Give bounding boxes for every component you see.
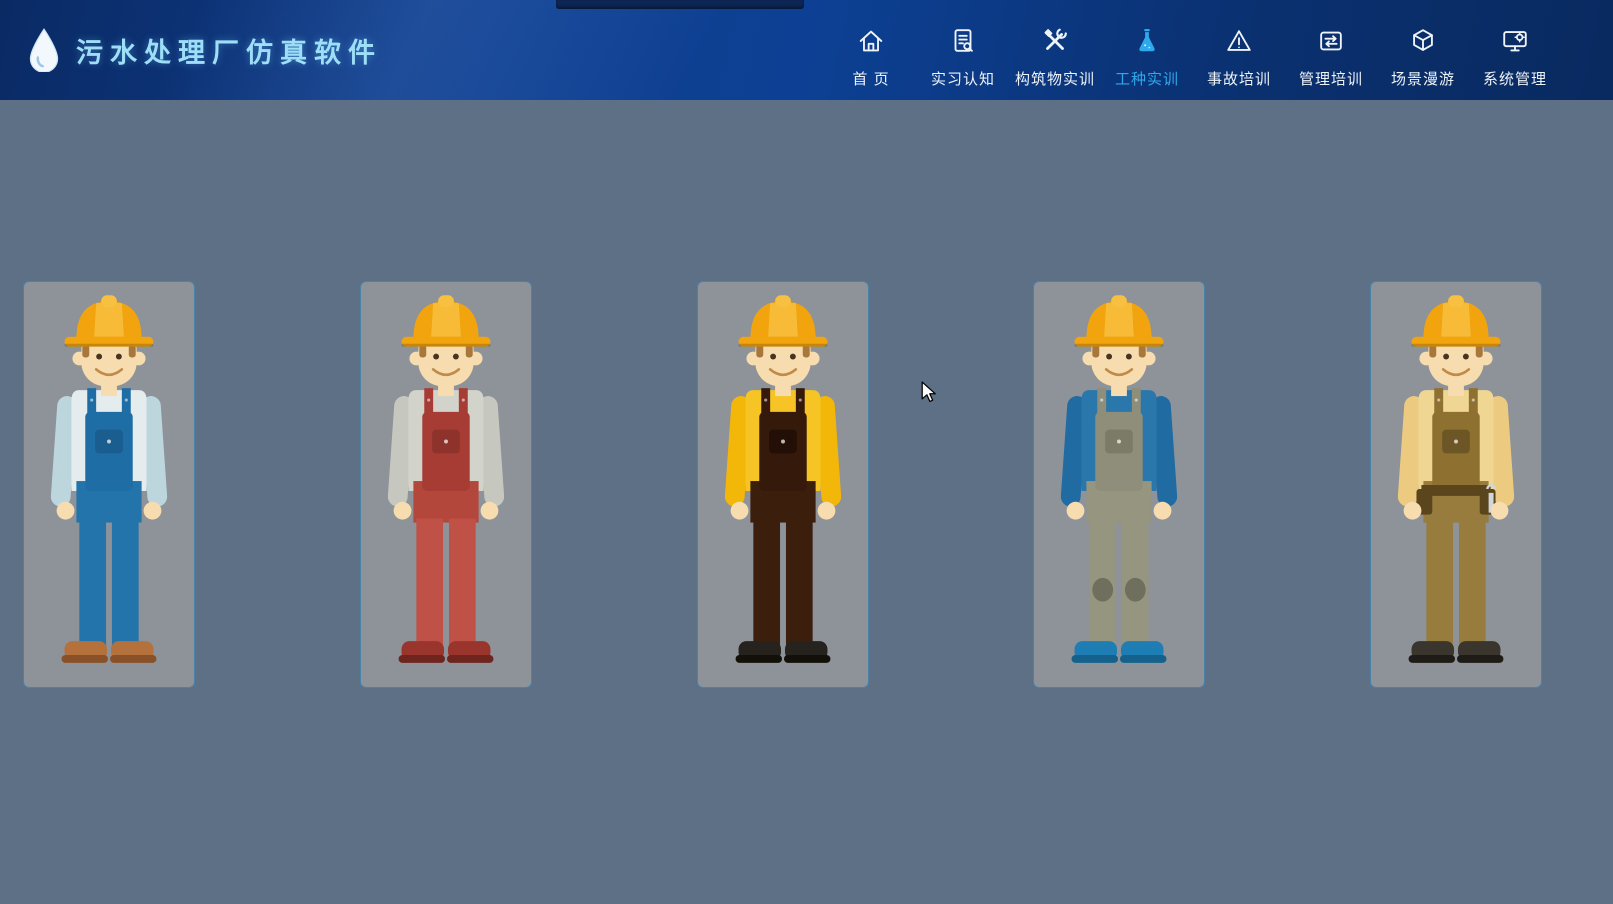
brand[interactable]: 污水处理厂仿真软件 (28, 29, 382, 71)
structures-training-icon (1039, 25, 1071, 57)
nav-label: 实习认知 (931, 68, 995, 89)
worker-card-gray[interactable] (1033, 281, 1205, 688)
nav-item-structures-training[interactable]: 构筑物实训 (1009, 25, 1101, 89)
worker-card-brown[interactable] (697, 281, 869, 688)
worker-selection-area (0, 281, 1613, 688)
window-top-strip (556, 0, 804, 9)
nav-label: 首 页 (852, 68, 889, 89)
nav-item-scene-roaming[interactable]: 场景漫游 (1377, 25, 1469, 89)
worker-card-red[interactable] (360, 281, 532, 688)
worker-card-blue[interactable] (23, 281, 195, 688)
main-nav: 首 页 实习认知 (825, 12, 1561, 89)
nav-item-system-management[interactable]: 系统管理 (1469, 25, 1561, 89)
job-training-flask-icon (1131, 25, 1163, 57)
accident-training-icon (1223, 25, 1255, 57)
system-management-icon (1499, 25, 1531, 57)
app-title: 污水处理厂仿真软件 (76, 31, 382, 70)
worker-figure-khaki (1372, 288, 1540, 684)
nav-item-practice-cognition[interactable]: 实习认知 (917, 25, 1009, 89)
practice-cognition-icon (947, 25, 979, 57)
worker-figure-red (362, 288, 530, 684)
nav-label: 管理培训 (1299, 68, 1363, 89)
nav-label: 构筑物实训 (1015, 68, 1095, 89)
app-window: 污水处理厂仿真软件 首 页 (0, 0, 1613, 904)
nav-label: 事故培训 (1207, 68, 1271, 89)
nav-label: 场景漫游 (1391, 68, 1455, 89)
nav-label: 系统管理 (1483, 68, 1547, 89)
home-icon (855, 25, 887, 57)
worker-figure-blue (25, 288, 193, 684)
nav-item-job-training[interactable]: 工种实训 (1101, 25, 1193, 89)
nav-item-accident-training[interactable]: 事故培训 (1193, 25, 1285, 89)
worker-figure-gray (1035, 288, 1203, 684)
nav-item-management-training[interactable]: 管理培训 (1285, 25, 1377, 89)
scene-roaming-icon (1407, 25, 1439, 57)
management-training-icon (1315, 25, 1347, 57)
top-nav-bar: 污水处理厂仿真软件 首 页 (0, 0, 1613, 100)
nav-item-home[interactable]: 首 页 (825, 25, 917, 89)
worker-card-khaki[interactable] (1370, 281, 1542, 688)
nav-label: 工种实训 (1115, 68, 1179, 89)
worker-figure-brown (699, 288, 867, 684)
water-drop-logo-icon (28, 29, 60, 71)
